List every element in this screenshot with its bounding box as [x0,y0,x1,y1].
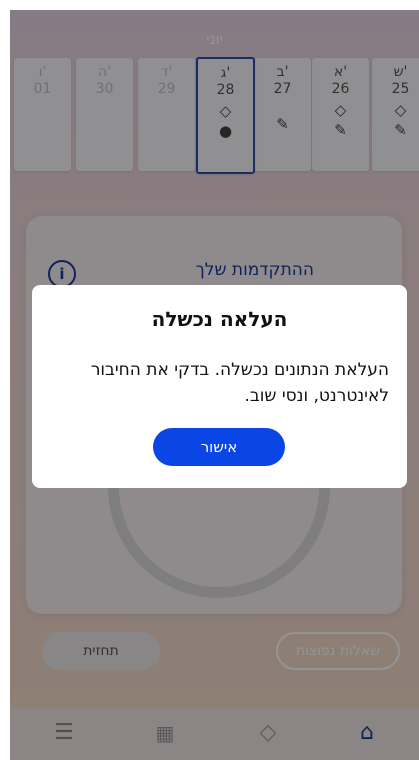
dialog-message: העלאת הנתונים נכשלה. בדקי את החיבור לאינ… [90,360,389,406]
dialog-title: העלאה נכשלה [151,307,288,331]
confirm-button[interactable]: אישור [153,428,285,466]
upload-failed-dialog: העלאה נכשלה העלאת הנתונים נכשלה. בדקי את… [32,285,407,488]
